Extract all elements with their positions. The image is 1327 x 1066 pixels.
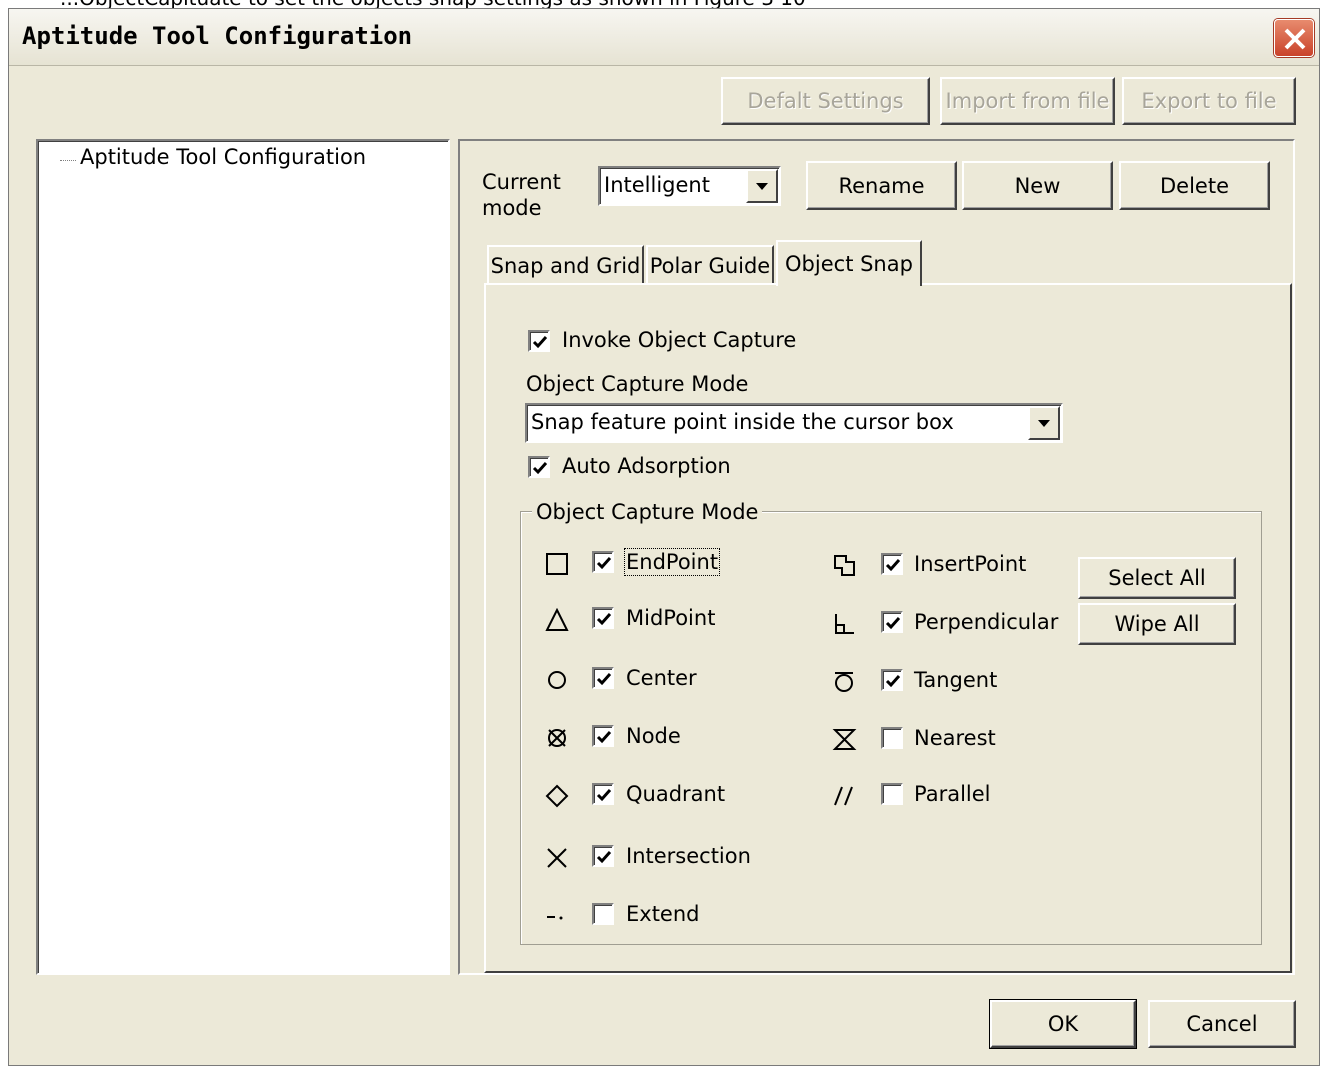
insert-icon	[834, 555, 855, 576]
default-settings-button[interactable]: Defalt Settings	[721, 77, 930, 125]
check-icon	[596, 789, 612, 802]
tab-object-snap[interactable]: Object Snap	[776, 240, 922, 286]
insertpoint-checkbox[interactable]	[881, 553, 903, 575]
tree-connector	[60, 160, 76, 161]
group-title: Object Capture Mode	[532, 500, 763, 524]
extend-icon	[547, 916, 563, 920]
export-to-file-button[interactable]: Export to file	[1122, 77, 1296, 125]
hourglass-icon	[832, 729, 857, 750]
center-checkbox[interactable]	[592, 667, 614, 689]
wipe-all-button[interactable]: Wipe All	[1078, 603, 1236, 645]
square-icon	[546, 553, 568, 575]
nearest-checkbox[interactable]	[881, 727, 903, 749]
window-title: Aptitude Tool Configuration	[22, 22, 413, 50]
delete-button[interactable]: Delete	[1119, 161, 1270, 210]
midpoint-label[interactable]: MidPoint	[626, 606, 715, 630]
document-caption: ...ObjectCapituate to set the objects sn…	[0, 0, 1327, 8]
current-mode-select[interactable]: Intelligent	[598, 166, 781, 206]
perpendicular-icon	[835, 614, 854, 634]
intersection-label[interactable]: Intersection	[626, 844, 751, 868]
capture-mode-select[interactable]: Snap feature point inside the cursor box	[525, 403, 1063, 443]
chevron-down-icon[interactable]	[746, 169, 778, 203]
tangent-icon	[835, 672, 853, 692]
endpoint-label[interactable]: EndPoint	[623, 548, 721, 576]
current-mode-value: Intelligent	[604, 173, 710, 197]
nearest-label[interactable]: Nearest	[914, 726, 996, 750]
intersection-checkbox[interactable]	[592, 845, 614, 867]
capture-mode-label: Object Capture Mode	[526, 372, 749, 396]
extend-checkbox[interactable]	[592, 903, 614, 925]
check-icon	[596, 557, 612, 570]
cross-icon	[547, 848, 567, 868]
diamond-icon	[545, 784, 569, 808]
insertpoint-label[interactable]: InsertPoint	[914, 552, 1026, 576]
tab-snap-and-grid[interactable]: Snap and Grid	[487, 245, 644, 284]
auto-adsorption-checkbox[interactable]	[528, 456, 550, 478]
ok-button[interactable]: OK	[989, 999, 1137, 1049]
config-tree[interactable]	[36, 139, 450, 975]
invoke-capture-label[interactable]: Invoke Object Capture	[562, 328, 796, 352]
close-icon	[1284, 28, 1306, 50]
rename-button[interactable]: Rename	[806, 161, 957, 210]
check-icon	[596, 673, 612, 686]
check-icon	[885, 675, 901, 688]
perpendicular-checkbox[interactable]	[881, 611, 903, 633]
parallel-icon	[834, 786, 853, 806]
cancel-button[interactable]: Cancel	[1148, 1000, 1296, 1048]
caption-text: ...ObjectCapituate to set the objects sn…	[60, 0, 806, 8]
tangent-label[interactable]: Tangent	[914, 668, 997, 692]
parallel-checkbox[interactable]	[881, 783, 903, 805]
tree-item-root[interactable]: Aptitude Tool Configuration	[80, 145, 366, 169]
close-button[interactable]	[1274, 19, 1314, 57]
node-label[interactable]: Node	[626, 724, 681, 748]
parallel-label[interactable]: Parallel	[914, 782, 991, 806]
check-icon	[596, 731, 612, 744]
current-mode-label-line1: Current	[482, 170, 561, 194]
check-icon	[596, 851, 612, 864]
extend-label[interactable]: Extend	[626, 902, 700, 926]
capture-mode-value: Snap feature point inside the cursor box	[531, 410, 954, 434]
select-all-button[interactable]: Select All	[1078, 557, 1236, 599]
invoke-capture-checkbox[interactable]	[528, 330, 550, 352]
check-icon	[532, 462, 548, 475]
circle-icon	[548, 671, 566, 689]
tab-polar-guide[interactable]: Polar Guide	[646, 245, 774, 284]
new-button[interactable]: New	[962, 161, 1113, 210]
tangent-checkbox[interactable]	[881, 669, 903, 691]
node-checkbox[interactable]	[592, 725, 614, 747]
quadrant-label[interactable]: Quadrant	[626, 782, 725, 806]
import-from-file-button[interactable]: Import from file	[940, 77, 1115, 125]
midpoint-checkbox[interactable]	[592, 607, 614, 629]
check-icon	[596, 613, 612, 626]
check-icon	[885, 559, 901, 572]
triangle-icon	[545, 608, 569, 631]
perpendicular-label[interactable]: Perpendicular	[914, 610, 1058, 634]
auto-adsorption-label[interactable]: Auto Adsorption	[562, 454, 731, 478]
quadrant-checkbox[interactable]	[592, 783, 614, 805]
current-mode-label-line2: mode	[482, 196, 542, 220]
chevron-down-icon[interactable]	[1028, 406, 1060, 440]
check-icon	[532, 336, 548, 349]
endpoint-checkbox[interactable]	[592, 551, 614, 573]
node-icon	[548, 729, 566, 747]
center-label[interactable]: Center	[626, 666, 697, 690]
check-icon	[885, 617, 901, 630]
